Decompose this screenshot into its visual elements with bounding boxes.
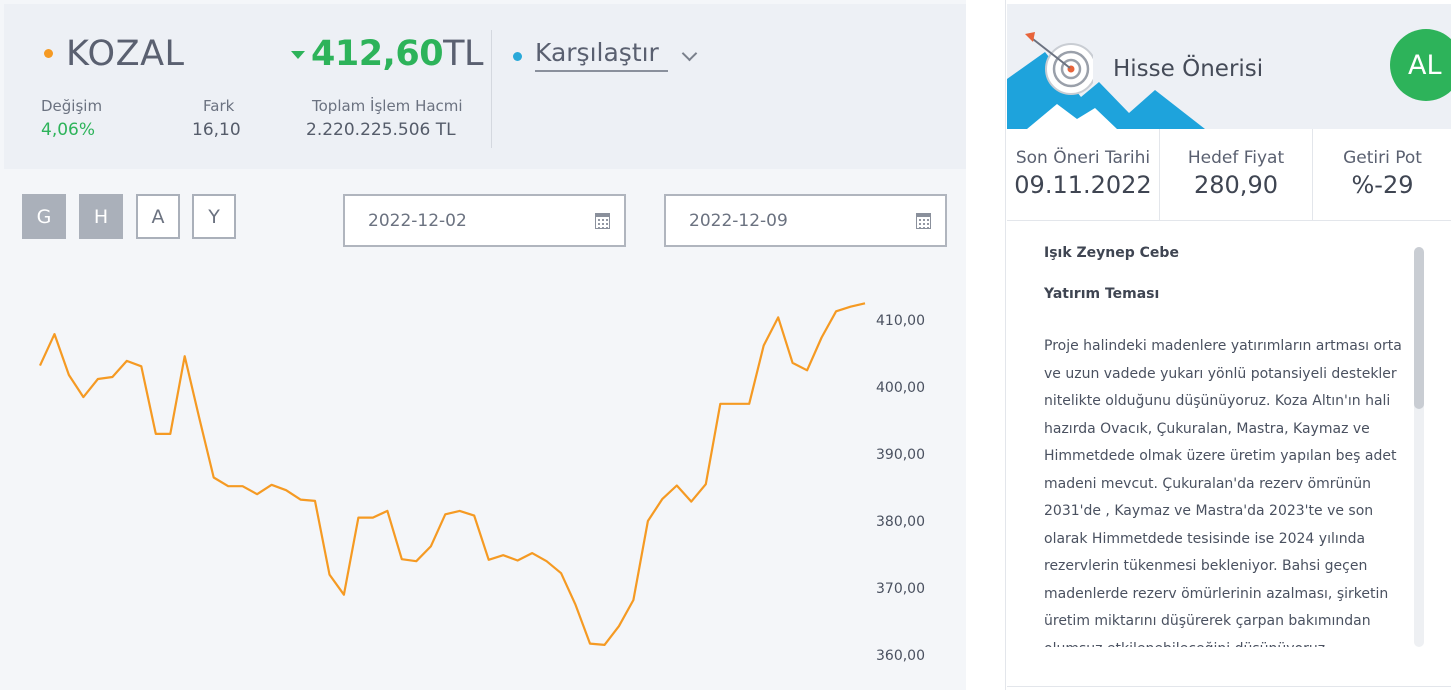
recommendation-stats: Son Öneri Tarihi 09.11.2022 Hedef Fiyat … xyxy=(1007,129,1451,221)
stat-return-potential: Getiri Pot %-29 xyxy=(1312,129,1451,221)
stat-value: %-29 xyxy=(1351,171,1414,199)
header-divider xyxy=(491,30,492,148)
scrollbar-thumb[interactable] xyxy=(1414,247,1424,409)
price-down-arrow-icon xyxy=(291,51,305,59)
diff-value: 16,10 xyxy=(192,120,241,140)
y-tick-label: 400,00 xyxy=(876,380,925,396)
range-button-a[interactable]: A xyxy=(136,194,180,239)
compare-dropdown[interactable]: Karşılaştır xyxy=(535,38,668,72)
range-button-h[interactable]: H xyxy=(79,194,123,239)
volume-label: Toplam İşlem Hacmi xyxy=(312,97,463,115)
recommendation-body: Proje halindeki madenlere yatırımların a… xyxy=(1044,338,1402,647)
stat-last-date: Son Öneri Tarihi 09.11.2022 xyxy=(1007,129,1159,221)
y-tick-label: 370,00 xyxy=(876,581,925,597)
compare-dot xyxy=(513,52,522,61)
price-value: 412,60 xyxy=(311,34,444,74)
start-date-input[interactable]: 2022-12-02 xyxy=(343,194,626,247)
stat-target-price: Hedef Fiyat 280,90 xyxy=(1159,129,1312,221)
y-tick-label: 360,00 xyxy=(876,648,925,664)
stat-label: Hedef Fiyat xyxy=(1187,148,1285,168)
diff-label: Fark xyxy=(203,97,235,115)
panel-bottom-border xyxy=(1007,686,1451,687)
stock-header: KOZAL 412,60TL Değişim 4,06% Fark 16,10 … xyxy=(4,4,966,169)
target-icon xyxy=(1025,32,1093,95)
calendar-icon[interactable] xyxy=(595,213,610,229)
stock-price: 412,60TL xyxy=(311,34,483,74)
start-date-value: 2022-12-02 xyxy=(368,210,467,231)
recommendation-banner: Hisse Önerisi AL xyxy=(1007,4,1451,129)
stock-panel: KOZAL 412,60TL Değişim 4,06% Fark 16,10 … xyxy=(0,0,966,690)
stat-label: Son Öneri Tarihi xyxy=(1015,148,1151,168)
chevron-down-icon[interactable] xyxy=(681,45,698,62)
change-label: Değişim xyxy=(41,97,103,115)
change-value: 4,06% xyxy=(41,120,96,140)
stat-label: Getiri Pot xyxy=(1343,148,1422,168)
stat-value: 09.11.2022 xyxy=(1014,171,1152,199)
price-chart: 410,00 400,00 390,00 380,00 370,00 360,00 xyxy=(39,302,925,664)
y-tick-label: 380,00 xyxy=(876,514,925,530)
calendar-icon[interactable] xyxy=(916,213,931,229)
end-date-input[interactable]: 2022-12-09 xyxy=(664,194,947,247)
investment-theme-heading: Yatırım Teması xyxy=(1044,286,1160,302)
stock-symbol: KOZAL xyxy=(66,34,185,74)
y-tick-label: 390,00 xyxy=(876,447,925,463)
recommendation-body-scroll[interactable]: Proje halindeki madenlere yatırımların a… xyxy=(1044,333,1406,647)
range-button-y[interactable]: Y xyxy=(192,194,236,239)
volume-value: 2.220.225.506 TL xyxy=(306,120,456,140)
symbol-dot xyxy=(44,49,53,58)
recommendation-title: Hisse Önerisi xyxy=(1113,56,1264,82)
scrollbar-track[interactable] xyxy=(1414,247,1424,647)
analyst-name: Işık Zeynep Cebe xyxy=(1044,245,1179,261)
stat-value: 280,90 xyxy=(1194,171,1278,199)
y-tick-label: 410,00 xyxy=(876,313,925,329)
recommendation-panel: Hisse Önerisi AL Son Öneri Tarihi 09.11.… xyxy=(1005,0,1451,690)
range-button-g[interactable]: G xyxy=(22,194,66,239)
end-date-value: 2022-12-09 xyxy=(689,210,788,231)
price-currency: TL xyxy=(443,34,483,74)
price-series-line xyxy=(39,302,866,646)
